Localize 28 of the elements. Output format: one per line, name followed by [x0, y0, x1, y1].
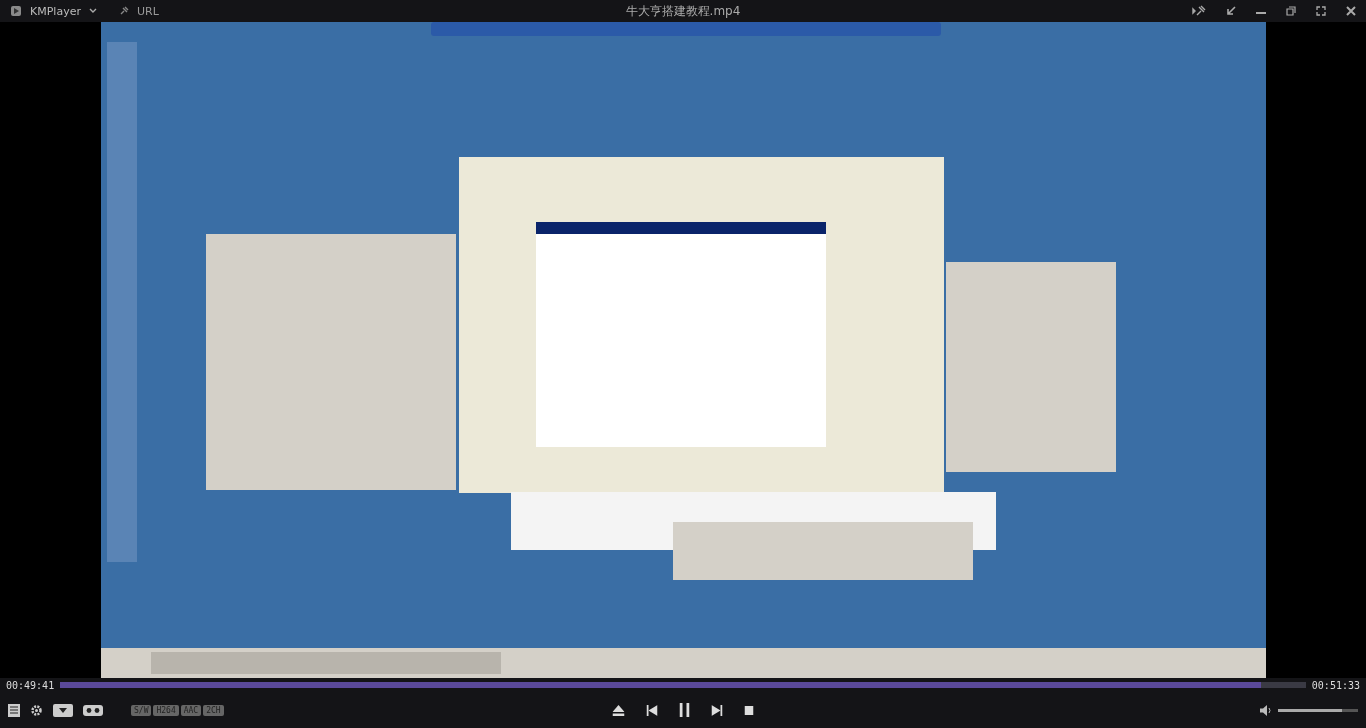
pin-icon[interactable]: [1192, 5, 1206, 17]
window-title: 牛大亨搭建教程.mp4: [625, 2, 741, 20]
codec-tag: AAC: [180, 704, 202, 716]
app-name[interactable]: KMPlayer: [30, 4, 81, 18]
download-icon[interactable]: [53, 703, 73, 717]
speaker-icon[interactable]: [1260, 704, 1272, 716]
elapsed-time: 00:49:41: [6, 679, 55, 691]
close-icon[interactable]: [1346, 6, 1356, 16]
volume-slider[interactable]: [1278, 708, 1358, 712]
playlist-icon[interactable]: [8, 703, 20, 717]
arrow-icon[interactable]: [1226, 6, 1236, 16]
vr-goggles-icon[interactable]: [83, 704, 103, 716]
pause-icon[interactable]: [679, 703, 690, 717]
player-logo-icon[interactable]: [10, 5, 22, 17]
codec-tag: 2CH: [203, 704, 224, 716]
caret-icon[interactable]: [88, 8, 97, 14]
codec-tag: H264: [153, 704, 179, 716]
stop-icon[interactable]: [744, 705, 754, 715]
settings-icon[interactable]: [30, 703, 43, 717]
restore-icon[interactable]: [1286, 6, 1296, 16]
url-button[interactable]: URL: [136, 4, 159, 18]
eject-icon[interactable]: [612, 704, 625, 716]
pin-icon[interactable]: [118, 6, 129, 16]
fullscreen-icon[interactable]: [1316, 6, 1326, 16]
previous-icon[interactable]: [646, 704, 658, 716]
codec-tag: S/W: [131, 704, 152, 716]
total-time: 00:51:33: [1311, 679, 1360, 691]
next-icon[interactable]: [711, 704, 723, 716]
